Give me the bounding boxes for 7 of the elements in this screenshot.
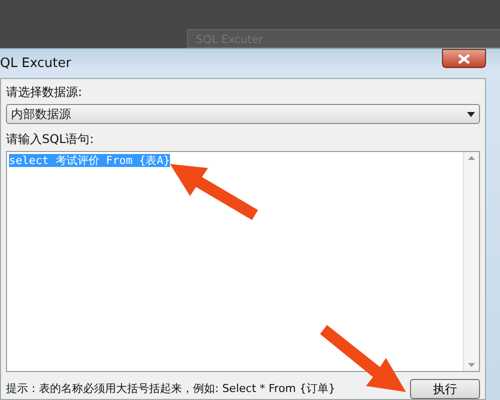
- datasource-dropdown[interactable]: 内部数据源: [6, 104, 480, 124]
- run-button[interactable]: 执行: [410, 379, 480, 399]
- window-title: QL Excuter: [0, 54, 72, 73]
- field-label: 请选择数据源:: [6, 84, 84, 101]
- sql-text: select 考试评价 From {表A}: [9, 154, 170, 167]
- field-label: 请输入SQL语句:: [6, 131, 95, 148]
- hint-text: 提示：表的名称必须用大括号括起来，例如: Select * From {订单}: [6, 380, 336, 397]
